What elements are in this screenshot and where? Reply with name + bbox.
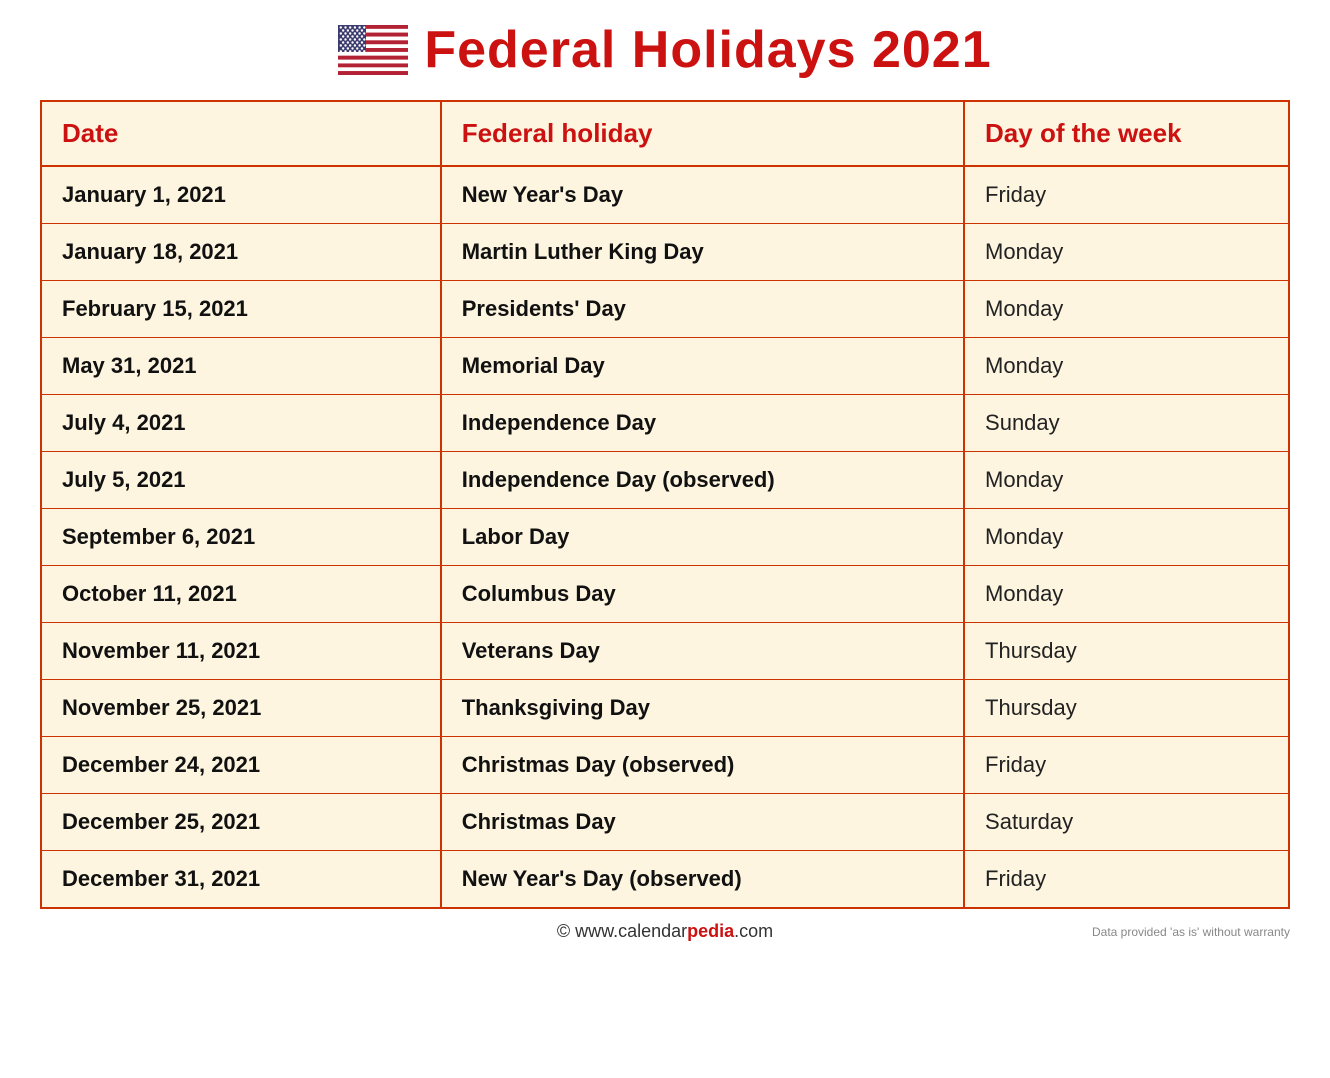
cell-holiday: Martin Luther King Day [441, 224, 964, 281]
page-footer: © www.calendarpedia.com Data provided 'a… [40, 921, 1290, 942]
cell-date: November 11, 2021 [42, 623, 441, 680]
col-header-holiday: Federal holiday [441, 102, 964, 166]
table-row: November 11, 2021Veterans DayThursday [42, 623, 1288, 680]
table-row: November 25, 2021Thanksgiving DayThursda… [42, 680, 1288, 737]
cell-holiday: Thanksgiving Day [441, 680, 964, 737]
cell-date: December 31, 2021 [42, 851, 441, 908]
cell-day: Friday [964, 737, 1288, 794]
cell-holiday: Independence Day [441, 395, 964, 452]
cell-date: September 6, 2021 [42, 509, 441, 566]
cell-day: Monday [964, 338, 1288, 395]
cell-day: Monday [964, 224, 1288, 281]
cell-day: Monday [964, 566, 1288, 623]
cell-day: Sunday [964, 395, 1288, 452]
cell-day: Thursday [964, 623, 1288, 680]
col-header-date: Date [42, 102, 441, 166]
cell-holiday: Christmas Day (observed) [441, 737, 964, 794]
table-row: September 6, 2021Labor DayMonday [42, 509, 1288, 566]
cell-holiday: New Year's Day [441, 166, 964, 224]
cell-date: July 4, 2021 [42, 395, 441, 452]
us-flag-icon [338, 25, 408, 75]
cell-date: October 11, 2021 [42, 566, 441, 623]
cell-holiday: New Year's Day (observed) [441, 851, 964, 908]
cell-day: Saturday [964, 794, 1288, 851]
table-row: December 24, 2021Christmas Day (observed… [42, 737, 1288, 794]
holidays-table-container: Date Federal holiday Day of the week Jan… [40, 100, 1290, 909]
cell-holiday: Columbus Day [441, 566, 964, 623]
footer-copyright: © www.calendarpedia.com [557, 921, 773, 942]
table-row: February 15, 2021Presidents' DayMonday [42, 281, 1288, 338]
table-row: May 31, 2021Memorial DayMonday [42, 338, 1288, 395]
cell-date: May 31, 2021 [42, 338, 441, 395]
cell-date: December 25, 2021 [42, 794, 441, 851]
table-row: December 31, 2021New Year's Day (observe… [42, 851, 1288, 908]
cell-holiday: Labor Day [441, 509, 964, 566]
holidays-table: Date Federal holiday Day of the week Jan… [42, 102, 1288, 907]
table-header-row: Date Federal holiday Day of the week [42, 102, 1288, 166]
table-row: July 4, 2021Independence DaySunday [42, 395, 1288, 452]
cell-day: Thursday [964, 680, 1288, 737]
table-row: October 11, 2021Columbus DayMonday [42, 566, 1288, 623]
cell-holiday: Veterans Day [441, 623, 964, 680]
page-title: Federal Holidays 2021 [424, 20, 991, 80]
cell-holiday: Christmas Day [441, 794, 964, 851]
cell-day: Monday [964, 281, 1288, 338]
page-header: Federal Holidays 2021 [40, 20, 1290, 80]
cell-date: February 15, 2021 [42, 281, 441, 338]
cell-day: Monday [964, 509, 1288, 566]
table-row: July 5, 2021Independence Day (observed)M… [42, 452, 1288, 509]
brand-name: pedia [687, 921, 734, 941]
table-row: January 1, 2021New Year's DayFriday [42, 166, 1288, 224]
cell-date: November 25, 2021 [42, 680, 441, 737]
footer-disclaimer: Data provided 'as is' without warranty [1092, 925, 1290, 939]
cell-day: Friday [964, 166, 1288, 224]
cell-holiday: Memorial Day [441, 338, 964, 395]
cell-date: January 18, 2021 [42, 224, 441, 281]
cell-holiday: Presidents' Day [441, 281, 964, 338]
cell-holiday: Independence Day (observed) [441, 452, 964, 509]
cell-day: Monday [964, 452, 1288, 509]
cell-date: July 5, 2021 [42, 452, 441, 509]
cell-day: Friday [964, 851, 1288, 908]
col-header-day: Day of the week [964, 102, 1288, 166]
cell-date: January 1, 2021 [42, 166, 441, 224]
cell-date: December 24, 2021 [42, 737, 441, 794]
table-row: December 25, 2021Christmas DaySaturday [42, 794, 1288, 851]
table-row: January 18, 2021Martin Luther King DayMo… [42, 224, 1288, 281]
